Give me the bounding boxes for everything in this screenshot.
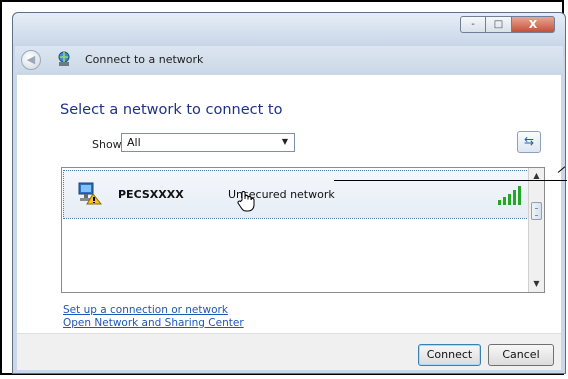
close-icon: X bbox=[528, 18, 538, 31]
title-bar: - □ X bbox=[13, 13, 565, 47]
close-button[interactable]: X bbox=[512, 16, 555, 33]
navigation-bar: ◀ Connect to a network bbox=[15, 46, 563, 72]
setup-connection-link[interactable]: Set up a connection or network bbox=[63, 304, 228, 316]
maximize-icon: □ bbox=[493, 19, 504, 30]
scrollbar-thumb[interactable] bbox=[531, 202, 542, 220]
window-title: Connect to a network bbox=[85, 53, 204, 66]
network-sharing-center-link[interactable]: Open Network and Sharing Center bbox=[63, 317, 244, 329]
maximize-button[interactable]: □ bbox=[486, 16, 512, 33]
window-controls: - □ X bbox=[460, 16, 555, 33]
main-content: Select a network to connect to Show All … bbox=[17, 75, 561, 333]
back-button[interactable]: ◀ bbox=[21, 50, 41, 70]
page-heading: Select a network to connect to bbox=[60, 102, 283, 118]
show-label: Show bbox=[92, 138, 122, 151]
signal-bars-icon bbox=[498, 186, 521, 205]
network-name: PECSXXXX bbox=[118, 188, 184, 201]
network-wizard-icon bbox=[58, 51, 70, 66]
scroll-down-icon[interactable]: ▼ bbox=[529, 276, 544, 292]
show-filter-value: All bbox=[127, 136, 141, 149]
cancel-button[interactable]: Cancel bbox=[488, 344, 554, 366]
connect-button[interactable]: Connect bbox=[418, 344, 481, 366]
callout-line bbox=[334, 180, 567, 181]
unsecured-network-icon bbox=[78, 182, 103, 205]
back-arrow-icon: ◀ bbox=[26, 53, 36, 66]
minimize-icon: - bbox=[471, 19, 475, 30]
refresh-icon: ⇆ bbox=[523, 134, 535, 148]
network-list-item[interactable]: PECSXXXX Unsecured network bbox=[63, 170, 529, 219]
minimize-button[interactable]: - bbox=[460, 16, 486, 33]
network-list[interactable]: PECSXXXX Unsecured network ▲ ▼ bbox=[61, 167, 545, 293]
list-scrollbar[interactable]: ▲ ▼ bbox=[528, 168, 544, 292]
dialog-window: - □ X ◀ Connect to a network Select a ne… bbox=[12, 12, 566, 374]
scroll-up-icon[interactable]: ▲ bbox=[529, 168, 544, 184]
refresh-button[interactable]: ⇆ bbox=[517, 131, 541, 153]
chevron-down-icon: ▼ bbox=[281, 137, 288, 146]
hand-cursor-icon bbox=[237, 191, 255, 212]
show-filter-select[interactable]: All ▼ bbox=[121, 133, 295, 152]
dialog-footer: Connect Cancel bbox=[17, 333, 561, 370]
